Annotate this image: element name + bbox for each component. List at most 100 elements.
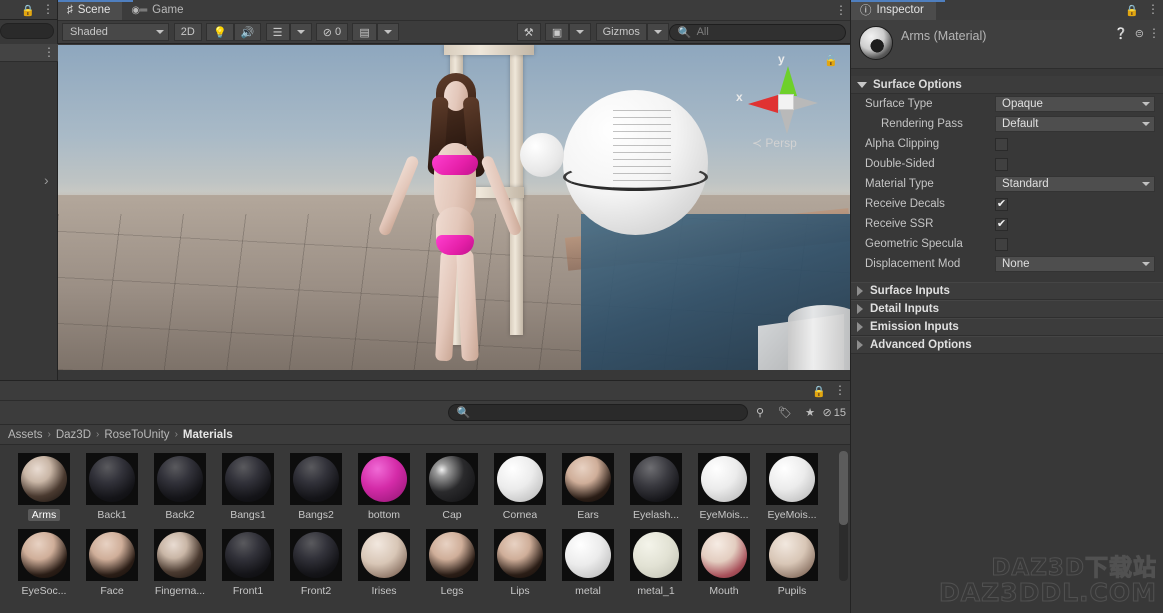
- property-value: Default: [1002, 118, 1038, 130]
- draw-mode-dropdown[interactable]: Shaded: [62, 23, 169, 41]
- scene-camera-dropdown[interactable]: [569, 23, 591, 41]
- star-icon[interactable]: ★: [798, 403, 823, 423]
- help-circle-icon[interactable]: ❔: [1114, 27, 1128, 40]
- scene-tools-button[interactable]: ⚒: [517, 23, 541, 41]
- asset-item[interactable]: Face: [78, 529, 146, 597]
- label-tag-icon[interactable]: 🏷: [773, 403, 798, 423]
- asset-label: Cornea: [503, 509, 537, 521]
- inspector-foldout[interactable]: Emission Inputs: [851, 318, 1163, 336]
- tab-game[interactable]: ◉═ Game: [122, 0, 195, 20]
- asset-item[interactable]: metal_1: [622, 529, 690, 597]
- asset-label: Face: [100, 585, 123, 597]
- breadcrumb-item-rosetounity[interactable]: RoseToUnity: [104, 429, 169, 441]
- kebab-menu-icon[interactable]: ⋮: [838, 3, 844, 17]
- asset-item[interactable]: EyeMois...: [690, 453, 758, 521]
- asset-item[interactable]: EyeMois...: [758, 453, 826, 521]
- preset-sliders-icon[interactable]: ⊜: [1135, 27, 1144, 40]
- inspector-foldout[interactable]: Advanced Options: [851, 336, 1163, 354]
- inspector-foldout[interactable]: Detail Inputs: [851, 300, 1163, 318]
- kebab-menu-icon[interactable]: ⋮: [1151, 26, 1157, 40]
- asset-item[interactable]: Lips: [486, 529, 554, 597]
- tab-inspector[interactable]: ⓘ Inspector: [851, 0, 936, 20]
- project-search-input[interactable]: 🔍: [448, 404, 748, 421]
- kebab-menu-icon[interactable]: ⋮: [46, 45, 52, 59]
- asset-type-filter-icon[interactable]: ⚲: [748, 403, 773, 423]
- asset-item[interactable]: Back2: [146, 453, 214, 521]
- asset-label: Arms: [28, 509, 61, 521]
- asset-item[interactable]: Front2: [282, 529, 350, 597]
- hidden-objects-button[interactable]: ⊘ 0: [316, 23, 348, 41]
- chevron-right-icon[interactable]: ›: [44, 172, 49, 188]
- asset-item[interactable]: metal: [554, 529, 622, 597]
- asset-item[interactable]: Arms: [10, 453, 78, 521]
- gizmo-x-axis-cone[interactable]: [748, 95, 778, 113]
- property-checkbox[interactable]: ✔: [995, 198, 1008, 211]
- asset-item[interactable]: EyeSoc...: [10, 529, 78, 597]
- asset-item[interactable]: Irises: [350, 529, 418, 597]
- gizmos-button[interactable]: Gizmos: [596, 23, 647, 41]
- asset-item[interactable]: Bangs1: [214, 453, 282, 521]
- grid-visibility-button[interactable]: ▤: [352, 23, 376, 41]
- property-dropdown[interactable]: Standard: [995, 176, 1155, 192]
- inspector-foldout[interactable]: Surface Inputs: [851, 282, 1163, 300]
- breadcrumb-item-assets[interactable]: Assets: [8, 429, 43, 441]
- lock-icon[interactable]: 🔒: [21, 4, 35, 17]
- asset-item[interactable]: Bangs2: [282, 453, 350, 521]
- 2d-toggle-button[interactable]: 2D: [174, 23, 202, 41]
- property-dropdown[interactable]: None: [995, 256, 1155, 272]
- kebab-menu-icon[interactable]: ⋮: [1150, 2, 1156, 16]
- asset-item[interactable]: Pupils: [758, 529, 826, 597]
- asset-thumbnail: [426, 453, 478, 505]
- gizmo-x-negative-cone[interactable]: [794, 96, 818, 110]
- scene-tab-actions: ⋮: [838, 0, 850, 20]
- grid-dropdown[interactable]: [377, 23, 399, 41]
- gizmos-dropdown[interactable]: [647, 23, 669, 41]
- scene-view-gizmo[interactable]: 🔒 y x ≺ Persp: [732, 50, 842, 160]
- gizmo-center-cube[interactable]: [778, 94, 794, 110]
- kebab-menu-icon[interactable]: ⋮: [837, 383, 843, 397]
- asset-item[interactable]: Eyelash...: [622, 453, 690, 521]
- project-scrollbar-thumb[interactable]: [839, 451, 848, 525]
- effects-toggle-button[interactable]: ☰: [266, 23, 290, 41]
- asset-grid-scroll-area[interactable]: Arms Back1Back2Bangs1Bangs2bottomCap Corne…: [0, 447, 850, 613]
- tools-icon: ⚒: [524, 26, 534, 39]
- hierarchy-search-input[interactable]: [0, 23, 54, 39]
- property-dropdown[interactable]: Opaque: [995, 96, 1155, 112]
- asset-item[interactable]: Mouth: [690, 529, 758, 597]
- lighting-toggle-button[interactable]: 💡: [206, 23, 234, 41]
- lock-icon[interactable]: 🔒: [824, 54, 838, 67]
- breadcrumb-item-materials[interactable]: Materials: [183, 429, 233, 441]
- effects-dropdown[interactable]: [290, 23, 312, 41]
- asset-item[interactable]: Fingerna...: [146, 529, 214, 597]
- audio-toggle-button[interactable]: 🔊: [234, 23, 262, 41]
- property-checkbox[interactable]: ✔: [995, 218, 1008, 231]
- property-checkbox[interactable]: [995, 238, 1008, 251]
- scene-viewport[interactable]: 🔒 y x ≺ Persp: [58, 45, 850, 370]
- breadcrumb-item-daz3d[interactable]: Daz3D: [56, 429, 91, 441]
- asset-item[interactable]: Ears: [554, 453, 622, 521]
- gizmo-projection-label[interactable]: ≺ Persp: [752, 136, 797, 150]
- asset-item[interactable]: Cap: [418, 453, 486, 521]
- property-dropdown[interactable]: Default: [995, 116, 1155, 132]
- asset-item[interactable]: Front1: [214, 529, 282, 597]
- gizmo-y-axis-cone[interactable]: [779, 66, 797, 96]
- hidden-assets-button[interactable]: ⊘ 15: [823, 403, 846, 423]
- asset-item[interactable]: bottom: [350, 453, 418, 521]
- surface-options-header[interactable]: Surface Options: [851, 76, 1163, 94]
- asset-item[interactable]: Legs: [418, 529, 486, 597]
- asset-item[interactable]: Back1: [78, 453, 146, 521]
- scene-search-input[interactable]: 🔍 All: [669, 24, 846, 41]
- scene-camera-button[interactable]: ▣: [545, 23, 569, 41]
- project-scrollbar[interactable]: [839, 451, 848, 581]
- property-control: Opaque: [995, 96, 1163, 112]
- asset-item[interactable]: Cornea: [486, 453, 554, 521]
- material-sphere-preview: [633, 456, 679, 502]
- tab-scene[interactable]: ♯ Scene: [58, 0, 122, 20]
- property-checkbox[interactable]: [995, 138, 1008, 151]
- gizmo-y-negative-cone[interactable]: [780, 110, 794, 134]
- kebab-menu-icon[interactable]: ⋮: [45, 2, 51, 16]
- lock-icon[interactable]: 🔒: [1125, 4, 1139, 17]
- property-checkbox[interactable]: [995, 158, 1008, 171]
- lock-icon[interactable]: 🔒: [812, 385, 826, 398]
- property-row: Geometric Specula: [851, 234, 1163, 254]
